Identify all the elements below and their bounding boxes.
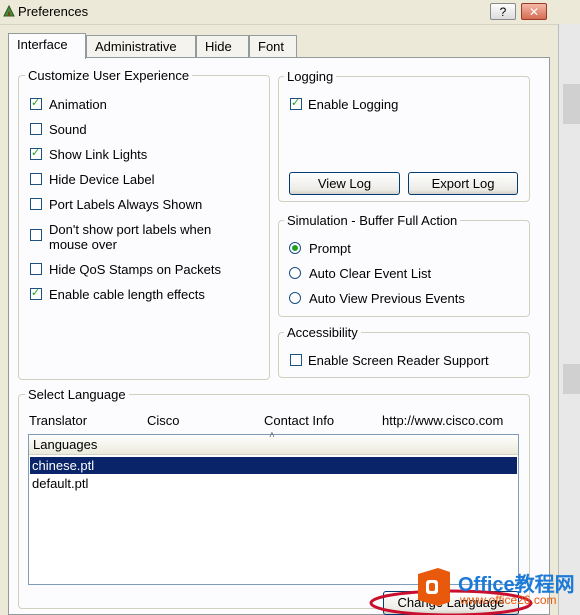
translator-label: Translator (29, 413, 88, 428)
hide-qos-stamps-checkbox[interactable] (30, 263, 42, 275)
tab-font[interactable]: Font (249, 35, 297, 57)
window-title: Preferences (18, 4, 89, 19)
auto-view-previous-label: Auto View Previous Events (309, 291, 465, 306)
contact-info-value: http://www.cisco.com (382, 413, 504, 428)
prompt-label: Prompt (309, 241, 351, 256)
sound-label: Sound (49, 122, 87, 137)
logging-group-title: Logging (284, 69, 337, 84)
auto-clear-label: Auto Clear Event List (309, 266, 432, 281)
view-log-button[interactable]: View Log (289, 172, 400, 195)
watermark-url: www.office26.com (460, 593, 557, 607)
tab-interface[interactable]: Interface (8, 33, 86, 59)
tab-hide[interactable]: Hide (196, 35, 249, 57)
enable-logging-checkbox[interactable] (290, 96, 302, 110)
hide-qos-stamps-label: Hide QoS Stamps on Packets (49, 262, 221, 277)
language-item-default[interactable]: default.ptl (30, 475, 517, 492)
animation-checkbox[interactable] (30, 96, 42, 110)
hide-device-label-label: Hide Device Label (49, 172, 155, 187)
export-log-button[interactable]: Export Log (408, 172, 518, 195)
enable-logging-label: Enable Logging (308, 97, 399, 112)
animation-label: Animation (49, 97, 107, 112)
cable-length-effects-checkbox[interactable] (30, 286, 42, 300)
help-button[interactable]: ? (490, 3, 516, 20)
app-icon (3, 4, 15, 17)
translator-value: Cisco (147, 413, 180, 428)
background-window-strip (558, 24, 580, 615)
dont-show-port-labels-checkbox[interactable] (30, 229, 42, 241)
tab-administrative[interactable]: Administrative (86, 35, 196, 57)
prompt-radio[interactable] (289, 242, 301, 254)
show-link-lights-checkbox[interactable] (30, 146, 42, 160)
dont-show-port-labels-label: Don't show port labels when mouse over (49, 222, 212, 252)
cable-length-effects-label: Enable cable length effects (49, 287, 205, 302)
office-logo-icon (418, 568, 450, 606)
languages-header-label: Languages (33, 437, 98, 452)
language-group-title: Select Language (25, 387, 129, 402)
show-link-lights-label: Show Link Lights (49, 147, 148, 162)
port-labels-always-shown-label: Port Labels Always Shown (49, 197, 203, 212)
customize-group-title: Customize User Experience (25, 68, 193, 83)
title-bar: Preferences ? ✕ (0, 0, 580, 25)
contact-info-label: Contact Info (264, 413, 335, 428)
screen-reader-checkbox[interactable] (290, 354, 302, 366)
port-labels-always-shown-checkbox[interactable] (30, 198, 42, 210)
auto-clear-radio[interactable] (289, 267, 301, 279)
sort-arrow-icon: ˄ (269, 430, 275, 441)
accessibility-group-title: Accessibility (284, 325, 361, 340)
language-item-chinese[interactable]: chinese.ptl (30, 457, 517, 474)
simulation-group-title: Simulation - Buffer Full Action (284, 213, 461, 228)
office-watermark: Office教程网 www.office26.com (412, 562, 580, 615)
sound-checkbox[interactable] (30, 123, 42, 135)
hide-device-label-checkbox[interactable] (30, 173, 42, 185)
close-button[interactable]: ✕ (521, 3, 547, 20)
screen-reader-label: Enable Screen Reader Support (308, 353, 489, 368)
languages-column-header[interactable]: Languages ˄ (29, 430, 518, 455)
auto-view-previous-radio[interactable] (289, 292, 301, 304)
